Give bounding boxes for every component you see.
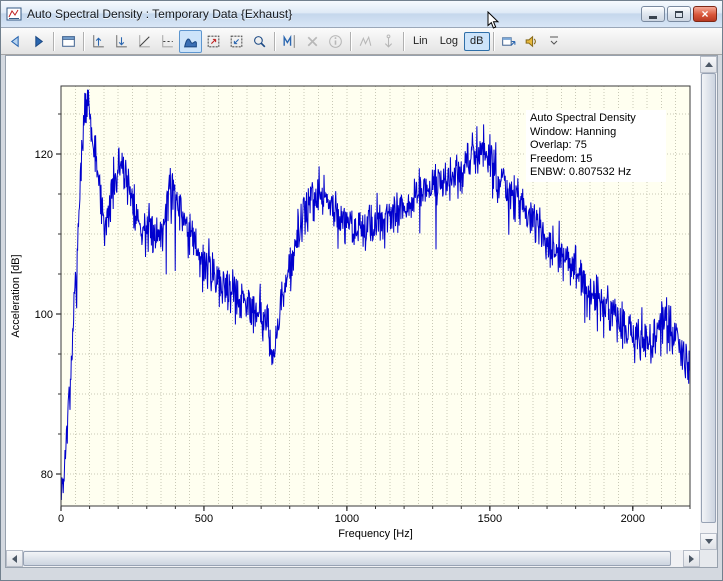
dotted-line-icon — [159, 33, 176, 50]
minimize-button[interactable] — [641, 6, 665, 22]
info-icon — [327, 33, 344, 50]
arrow-up-icon — [705, 62, 713, 67]
toolbar: Lin Log dB — [1, 28, 722, 55]
anchor-icon — [380, 33, 397, 50]
dotted-line-button[interactable] — [156, 30, 179, 53]
anchor-button — [377, 30, 400, 53]
peak-search-icon — [357, 33, 374, 50]
close-button[interactable]: × — [693, 6, 717, 22]
toolbar-overflow-button[interactable] — [549, 35, 559, 47]
log-button[interactable]: Log — [434, 32, 464, 51]
toolbar-separator — [53, 32, 54, 51]
app-icon — [6, 6, 22, 22]
delete-icon — [304, 33, 321, 50]
scroll-right-button[interactable] — [683, 550, 700, 567]
toolbar-separator — [493, 32, 494, 51]
annotation-title: Auto Spectral Density — [530, 112, 662, 126]
slope-button[interactable] — [133, 30, 156, 53]
delete-button — [301, 30, 324, 53]
lin-button[interactable]: Lin — [407, 32, 434, 51]
arrow-right-icon — [689, 555, 694, 563]
overflow-chevron-icon — [549, 35, 559, 47]
arrow-left-icon — [12, 555, 17, 563]
annotation-overlap: Overlap: 75 — [530, 139, 662, 153]
svg-text:1000: 1000 — [335, 513, 359, 525]
svg-text:Frequency [Hz]: Frequency [Hz] — [338, 528, 413, 540]
svg-text:500: 500 — [195, 513, 213, 525]
slope-icon — [136, 33, 153, 50]
vertical-scroll-track[interactable] — [700, 73, 717, 533]
forward-button[interactable] — [27, 30, 50, 53]
cursor-marker-icon — [281, 33, 298, 50]
layout-icon — [60, 33, 77, 50]
back-icon — [7, 33, 24, 50]
svg-text:Acceleration [dB]: Acceleration [dB] — [10, 254, 22, 337]
zoom-box-button[interactable] — [202, 30, 225, 53]
maximize-icon — [675, 11, 683, 18]
svg-text:2000: 2000 — [621, 513, 645, 525]
zoom-box-icon — [205, 33, 222, 50]
app-window: Auto Spectral Density : Temporary Data {… — [0, 0, 723, 581]
mouse-cursor — [487, 11, 500, 30]
annotation-box: Auto Spectral Density Window: Hanning Ov… — [526, 110, 666, 182]
scroll-up-button[interactable] — [700, 56, 717, 73]
vertical-scroll-thumb[interactable] — [701, 73, 716, 523]
annotation-window: Window: Hanning — [530, 126, 662, 140]
peak-search-button — [354, 30, 377, 53]
speaker-icon — [523, 33, 540, 50]
arrow-down-icon — [705, 539, 713, 544]
scale-up-10-button[interactable] — [87, 30, 110, 53]
annotation-freedom: Freedom: 15 — [530, 153, 662, 167]
maximize-button[interactable] — [667, 6, 691, 22]
toolbar-separator — [83, 32, 84, 51]
layout-button[interactable] — [57, 30, 80, 53]
area-curve-icon — [182, 33, 199, 50]
scroll-down-button[interactable] — [700, 533, 717, 550]
annotation-enbw: ENBW: 0.807532 Hz — [530, 166, 662, 180]
forward-icon — [30, 33, 47, 50]
toolbar-separator — [350, 32, 351, 51]
svg-text:100: 100 — [35, 309, 53, 321]
cursor-marker-button[interactable] — [278, 30, 301, 53]
export-button[interactable] — [497, 30, 520, 53]
zoom-box-alt-button[interactable] — [225, 30, 248, 53]
scale-down-10-icon — [113, 33, 130, 50]
svg-text:120: 120 — [35, 149, 53, 161]
minimize-icon — [649, 16, 657, 19]
info-button — [324, 30, 347, 53]
window-controls: × — [641, 6, 717, 22]
magnifier-icon — [251, 33, 268, 50]
window-title: Auto Spectral Density : Temporary Data {… — [27, 7, 636, 21]
window-frame: 0 500 1000 1500 2000 80 100 120 Frequency [Hz] Ac… — [1, 55, 722, 580]
scale-up-10-icon — [90, 33, 107, 50]
svg-text:1500: 1500 — [478, 513, 502, 525]
scrollbar-corner — [700, 550, 717, 567]
scale-down-10-button[interactable] — [110, 30, 133, 53]
area-curve-button[interactable] — [179, 30, 202, 53]
svg-text:0: 0 — [58, 513, 64, 525]
horizontal-scroll-track[interactable] — [23, 550, 683, 567]
horizontal-scroll-thumb[interactable] — [23, 551, 671, 566]
titlebar: Auto Spectral Density : Temporary Data {… — [1, 1, 722, 28]
db-button[interactable]: dB — [464, 32, 489, 51]
svg-text:80: 80 — [41, 469, 53, 481]
chart-area: 0 500 1000 1500 2000 80 100 120 Frequency [Hz] Ac… — [6, 56, 700, 550]
zoom-box-alt-icon — [228, 33, 245, 50]
vertical-scrollbar — [700, 56, 717, 550]
toolbar-separator — [274, 32, 275, 51]
export-icon — [500, 33, 517, 50]
horizontal-scrollbar — [6, 550, 700, 567]
scroll-left-button[interactable] — [6, 550, 23, 567]
toolbar-separator — [403, 32, 404, 51]
client-area: 0 500 1000 1500 2000 80 100 120 Frequency [Hz] Ac… — [6, 56, 717, 567]
back-button[interactable] — [4, 30, 27, 53]
magnifier-button[interactable] — [248, 30, 271, 53]
sound-button[interactable] — [520, 30, 543, 53]
